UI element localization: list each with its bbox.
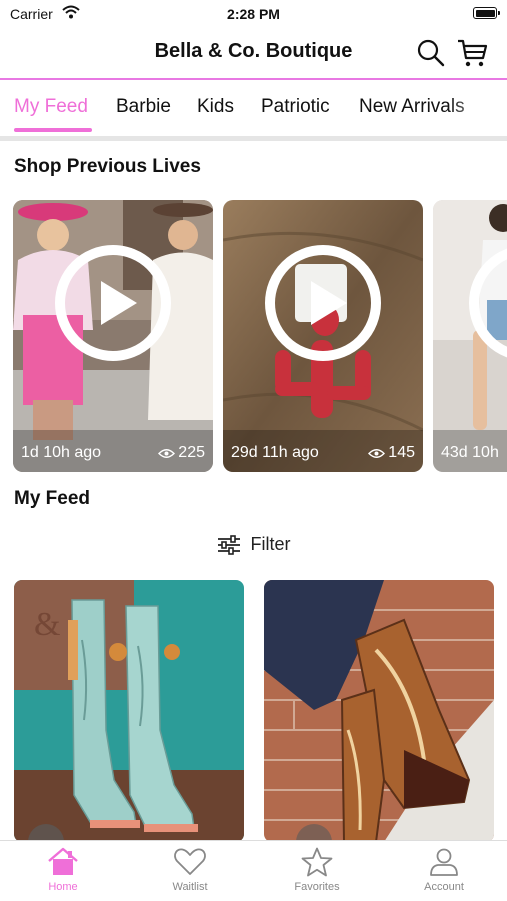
heart-icon xyxy=(174,848,206,875)
live-time-ago: 1d 10h ago xyxy=(21,444,102,461)
nav-account[interactable]: Account xyxy=(394,847,494,893)
tab-patriotic[interactable]: Patriotic xyxy=(261,96,330,118)
bottom-nav: Home Waitlist Favorites Account xyxy=(0,840,507,901)
filter-button[interactable]: Filter xyxy=(0,534,507,555)
play-icon[interactable] xyxy=(53,243,173,363)
eye-icon xyxy=(158,448,176,458)
product-image xyxy=(264,580,494,842)
sliders-icon xyxy=(217,534,240,555)
tabs-fade xyxy=(447,80,507,136)
product-image: & xyxy=(14,580,244,842)
home-icon xyxy=(48,847,78,875)
cart-button[interactable] xyxy=(456,37,488,69)
category-tabs: My Feed Barbie Kids Patriotic New Arriva… xyxy=(0,80,507,136)
battery-icon xyxy=(473,7,500,19)
nav-home-label: Home xyxy=(48,881,78,893)
nav-home[interactable]: Home xyxy=(13,847,113,893)
product-card[interactable]: & xyxy=(14,580,244,842)
live-time-ago: 29d 11h ago xyxy=(231,444,319,461)
search-button[interactable] xyxy=(415,37,447,69)
nav-waitlist-label: Waitlist xyxy=(172,881,208,893)
nav-favorites[interactable]: Favorites xyxy=(267,847,367,893)
tab-my-feed[interactable]: My Feed xyxy=(14,96,88,118)
view-count-value: 225 xyxy=(178,444,205,461)
live-video-card[interactable]: 1d 10h ago 225 xyxy=(13,200,213,472)
view-count-value: 145 xyxy=(388,444,415,461)
status-time: 2:28 PM xyxy=(227,6,280,22)
star-icon xyxy=(301,847,333,877)
filter-label: Filter xyxy=(250,534,291,554)
nav-account-label: Account xyxy=(424,881,464,893)
tab-barbie[interactable]: Barbie xyxy=(116,96,171,118)
tab-kids[interactable]: Kids xyxy=(197,96,234,118)
section-title-my-feed: My Feed xyxy=(14,488,91,509)
product-card[interactable] xyxy=(264,580,494,842)
status-bar: Carrier 2:28 PM xyxy=(0,0,507,28)
play-icon[interactable] xyxy=(263,243,383,363)
live-video-card[interactable]: 29d 11h ago 145 xyxy=(223,200,423,472)
person-icon xyxy=(430,848,458,876)
cart-icon xyxy=(458,39,488,67)
search-icon xyxy=(417,39,445,67)
nav-waitlist[interactable]: Waitlist xyxy=(140,847,240,893)
live-view-count: 145 xyxy=(368,444,415,462)
live-view-count: 225 xyxy=(158,444,205,462)
app-header: Bella & Co. Boutique xyxy=(0,28,507,78)
nav-favorites-label: Favorites xyxy=(294,881,340,893)
tabs-divider xyxy=(0,136,507,141)
play-icon[interactable] xyxy=(467,243,507,363)
section-title-previous-lives: Shop Previous Lives xyxy=(14,156,201,177)
svg-text:&: & xyxy=(34,606,60,643)
live-time-ago: 43d 10h xyxy=(441,444,499,461)
active-tab-indicator xyxy=(14,128,92,132)
eye-icon xyxy=(368,448,386,458)
live-video-card[interactable]: 43d 10h xyxy=(433,200,507,472)
